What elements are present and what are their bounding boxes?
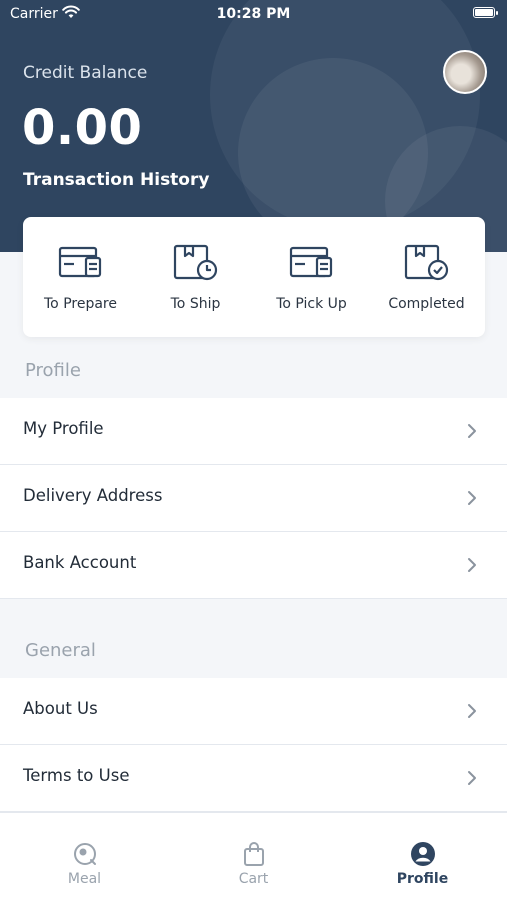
section-title-profile: Profile xyxy=(25,360,81,381)
tab-cart[interactable]: Cart xyxy=(169,813,338,901)
tab-label: Cart xyxy=(238,871,269,887)
chevron-right-icon xyxy=(468,771,476,785)
tab-label: Meal xyxy=(67,871,102,887)
section-title-general: General xyxy=(25,640,96,661)
chevron-right-icon xyxy=(468,558,476,572)
menu-item-label: Delivery Address xyxy=(23,486,163,505)
menu-item-about-us[interactable]: About Us xyxy=(0,678,507,745)
menu-item-label: Terms to Use xyxy=(23,766,130,785)
pickup-icon xyxy=(289,246,332,278)
chevron-right-icon xyxy=(468,704,476,718)
credit-balance-label: Credit Balance xyxy=(23,63,148,83)
order-label: Completed xyxy=(388,296,465,312)
profile-icon xyxy=(410,842,435,866)
tab-meal[interactable]: Meal xyxy=(0,813,169,901)
battery-icon xyxy=(473,7,498,18)
menu-item-delivery-address[interactable]: Delivery Address xyxy=(0,465,507,532)
menu-item-label: My Profile xyxy=(23,419,104,438)
menu-item-bank-account[interactable]: Bank Account xyxy=(0,532,507,599)
menu-item-label: Bank Account xyxy=(23,553,137,572)
chevron-right-icon xyxy=(468,424,476,438)
ship-icon xyxy=(173,244,217,281)
clock: 10:28 PM xyxy=(216,6,291,22)
order-completed[interactable]: Completed xyxy=(369,217,484,337)
transaction-history-link[interactable]: Transaction History xyxy=(23,170,209,190)
menu-item-label: About Us xyxy=(23,699,98,718)
order-status-card: To Prepare To Ship To Pick Up Completed xyxy=(23,217,485,337)
cart-icon xyxy=(243,842,264,866)
tab-label: Profile xyxy=(396,871,449,887)
menu-item-terms-to-use[interactable]: Terms to Use xyxy=(0,745,507,812)
order-to-ship[interactable]: To Ship xyxy=(138,217,253,337)
order-to-pick-up[interactable]: To Pick Up xyxy=(254,217,369,337)
order-to-prepare[interactable]: To Prepare xyxy=(23,217,138,337)
order-label: To Pick Up xyxy=(276,296,347,312)
prepare-icon xyxy=(58,246,101,278)
bottom-tab-bar: Meal Cart Profile xyxy=(0,812,507,901)
credit-balance-value: 0.00 xyxy=(22,100,143,156)
avatar[interactable] xyxy=(443,50,487,94)
menu-item-my-profile[interactable]: My Profile xyxy=(0,398,507,465)
tab-profile[interactable]: Profile xyxy=(338,813,507,901)
chevron-right-icon xyxy=(468,491,476,505)
status-bar: Carrier 10:28 PM xyxy=(0,0,507,28)
order-label: To Ship xyxy=(170,296,221,312)
meal-icon xyxy=(73,843,96,865)
header-banner: Carrier 10:28 PM Credit Balance 0.00 Tra… xyxy=(0,0,507,252)
completed-icon xyxy=(404,244,448,281)
order-label: To Prepare xyxy=(44,296,117,312)
